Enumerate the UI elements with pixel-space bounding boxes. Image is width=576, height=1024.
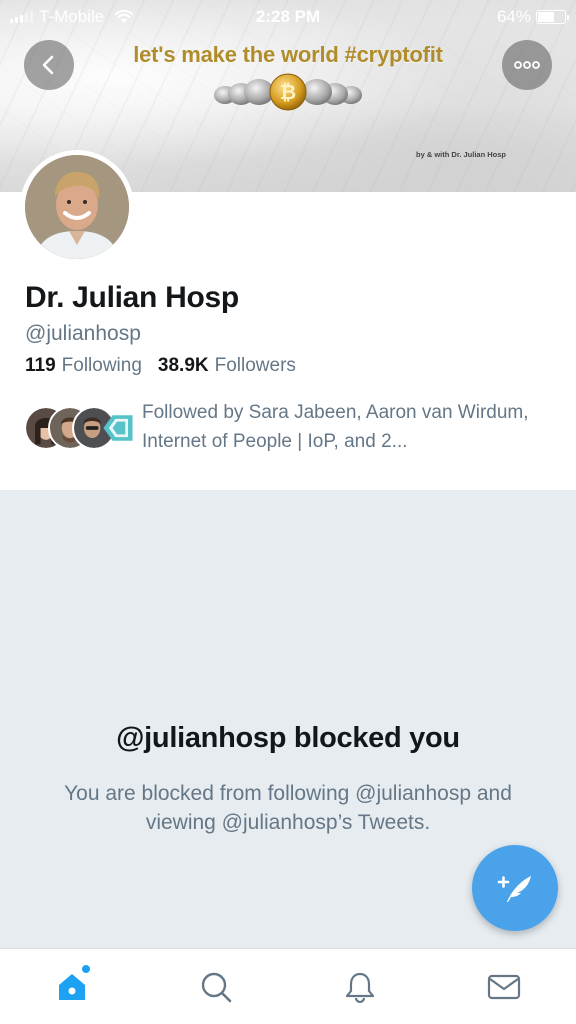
bottom-tab-bar <box>0 948 576 1024</box>
crypto-coins-graphic: ₿ <box>214 73 362 111</box>
compose-tweet-button[interactable] <box>472 845 558 931</box>
blocked-description: You are blocked from following @julianho… <box>64 782 512 834</box>
status-time: 2:28 PM <box>255 7 321 26</box>
followed-by-avatars[interactable] <box>24 406 133 452</box>
battery-indicator: 64% <box>496 7 569 27</box>
following-count-link[interactable]: 119 Following <box>25 355 142 377</box>
followers-label: Followers <box>214 355 296 376</box>
banner-credit: by & with Dr. Julian Hosp <box>415 150 506 159</box>
blocked-title: @julianhosp blocked you <box>116 722 460 754</box>
battery-percent: 64% <box>496 7 531 26</box>
search-icon <box>201 972 232 1003</box>
home-icon <box>59 974 85 1000</box>
banner-headline: let's make the world #cryptofit <box>133 42 443 67</box>
person-portrait-icon <box>25 155 129 259</box>
compose-tweet-icon <box>497 876 531 902</box>
follow-counts: 119 Following 38.9K Followers <box>25 355 296 377</box>
tab-home[interactable] <box>0 949 144 1024</box>
following-count: 119 <box>25 355 56 376</box>
tab-notifications[interactable] <box>288 949 432 1024</box>
avatar-photo <box>25 155 129 259</box>
more-horizontal-icon <box>514 61 540 69</box>
more-options-button[interactable] <box>502 40 552 90</box>
profile-display-name: Dr. Julian Hosp <box>25 281 239 314</box>
svg-text:₿: ₿ <box>280 80 296 104</box>
followed-by-text[interactable]: Followed by Sara Jabeen, Aaron van Wirdu… <box>142 398 542 456</box>
chevron-left-icon <box>42 55 54 75</box>
mail-icon <box>487 974 521 1000</box>
battery-icon <box>536 10 569 24</box>
profile-handle: @julianhosp <box>25 322 141 345</box>
bell-icon <box>345 972 375 1004</box>
tab-messages[interactable] <box>432 949 576 1024</box>
following-label: Following <box>61 355 142 376</box>
back-button[interactable] <box>24 40 74 90</box>
status-bar: T-Mobile 2:28 PM 64% <box>0 0 576 32</box>
followers-count: 38.9K <box>157 355 209 376</box>
profile-avatar[interactable] <box>20 150 134 264</box>
follower-avatar-4-iop-logo <box>103 415 133 441</box>
followers-count-link[interactable]: 38.9K Followers <box>158 355 296 377</box>
tab-search[interactable] <box>144 949 288 1024</box>
new-content-dot <box>82 965 90 973</box>
